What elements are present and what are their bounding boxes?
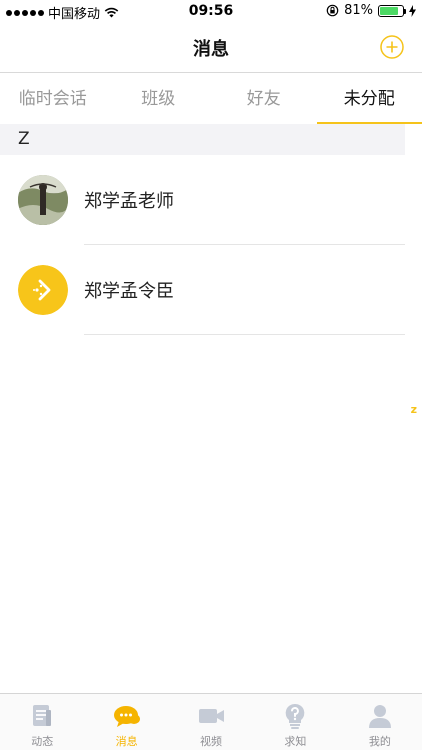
tab-unassigned[interactable]: 未分配: [316, 73, 422, 124]
tabbar-item-profile[interactable]: 我的: [338, 694, 422, 750]
photo-avatar: [18, 175, 68, 225]
section-header: Z: [0, 124, 405, 155]
page-title: 消息: [193, 39, 229, 60]
video-camera-icon: [199, 709, 225, 723]
yellow-arrow-avatar: [18, 265, 68, 315]
tabbar-label: 我的: [368, 735, 391, 748]
tabbar-item-knowledge[interactable]: 求知: [253, 694, 337, 750]
tabbar-item-messages[interactable]: 消息: [84, 694, 168, 750]
navigation-bar: 消息: [0, 22, 422, 72]
battery-icon: [378, 4, 406, 17]
status-right: 81%: [326, 3, 416, 18]
tab-classes[interactable]: 班级: [106, 73, 212, 124]
question-lightbulb-icon: [286, 703, 305, 729]
battery-percent: 81%: [344, 3, 373, 18]
status-bar: 中国移动 09:56 81%: [0, 0, 422, 22]
list-item[interactable]: 郑学孟老师: [0, 155, 405, 245]
charging-bolt-icon: [409, 4, 416, 17]
divider: [84, 334, 405, 335]
rotation-lock-icon: [326, 4, 339, 17]
bottom-tab-bar: 动态 消息 视频 求知 我的: [0, 693, 422, 750]
person-icon: [368, 705, 391, 728]
tab-friends[interactable]: 好友: [211, 73, 317, 124]
tabbar-label: 求知: [284, 735, 307, 748]
plus-circle-icon: [380, 35, 404, 59]
segment-tabs: 临时会话 班级 好友 未分配: [0, 72, 422, 124]
list-item[interactable]: 郑学孟令臣: [0, 245, 405, 335]
document-icon: [33, 705, 52, 726]
tabbar-label: 视频: [200, 735, 223, 748]
chat-bubble-icon: [113, 706, 140, 727]
contact-name: 郑学孟老师: [84, 191, 174, 212]
tabbar-label: 动态: [31, 735, 54, 748]
tabbar-item-video[interactable]: 视频: [169, 694, 253, 750]
tab-temporary-chats[interactable]: 临时会话: [0, 73, 106, 124]
add-button[interactable]: [380, 35, 404, 59]
index-letter[interactable]: z: [411, 403, 417, 416]
tabbar-item-dynamics[interactable]: 动态: [0, 694, 84, 750]
contact-name: 郑学孟令臣: [84, 281, 174, 302]
tabbar-label: 消息: [115, 735, 138, 748]
contact-list: 郑学孟老师 郑学孟令臣: [0, 155, 405, 335]
